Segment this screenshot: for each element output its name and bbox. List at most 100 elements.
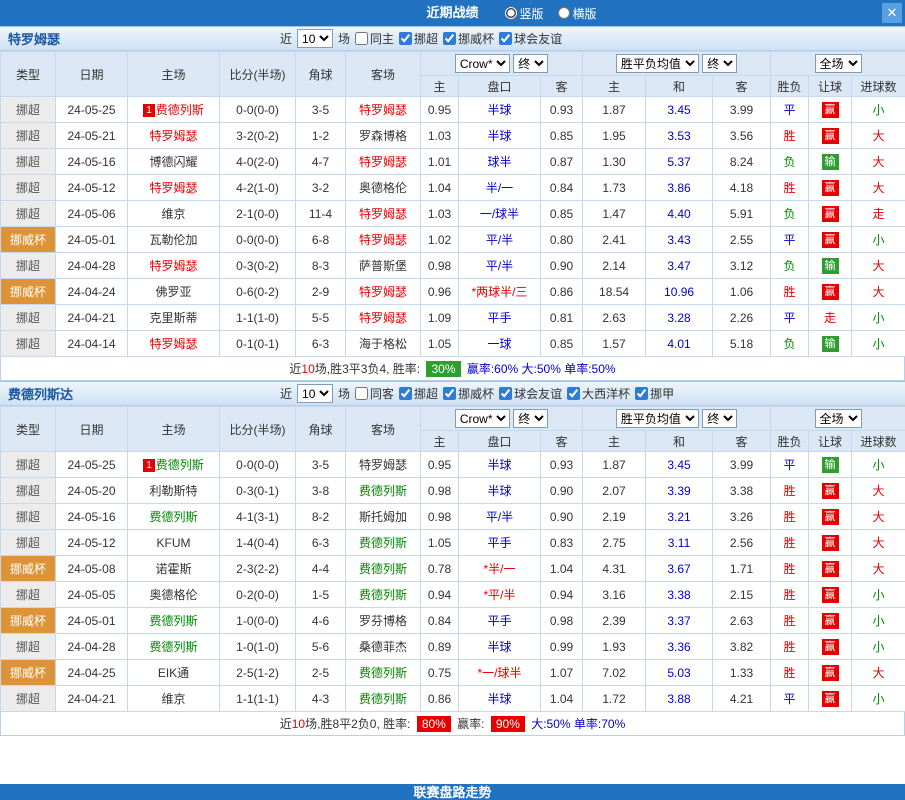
vertical-view-radio[interactable] (505, 7, 517, 19)
cell-home-team[interactable]: 特罗姆瑟 (128, 331, 220, 357)
league-filter-checkbox[interactable] (567, 387, 580, 400)
league-filter[interactable]: 挪超 (399, 385, 438, 402)
cell-away-team[interactable]: 特罗姆瑟 (346, 227, 421, 253)
cell-home-team[interactable]: 克里斯蒂 (128, 305, 220, 331)
bookmaker-select[interactable]: Crow* (455, 409, 510, 428)
scope-select[interactable]: 全场 (815, 409, 862, 428)
cell-home-team[interactable]: 博德闪耀 (128, 149, 220, 175)
cell-away-team[interactable]: 罗森博格 (346, 123, 421, 149)
same-venue-filter[interactable]: 同主 (355, 30, 394, 47)
league-filter-checkbox[interactable] (443, 387, 456, 400)
cell-away-team[interactable]: 特罗姆瑟 (346, 149, 421, 175)
avg-odds-select[interactable]: 胜平负均值 (616, 409, 699, 428)
league-filter[interactable]: 挪威杯 (443, 30, 494, 47)
handicap-result-value: 赢 (822, 587, 839, 603)
cell-home-team[interactable]: KFUM (128, 530, 220, 556)
cell-avg-home: 4.31 (583, 556, 646, 582)
cell-competition: 挪超 (1, 452, 56, 478)
scope-select[interactable]: 全场 (815, 54, 862, 73)
same-venue-filter-checkbox[interactable] (355, 387, 368, 400)
cell-away-team[interactable]: 桑德菲杰 (346, 634, 421, 660)
handicap-result-value: 赢 (822, 535, 839, 551)
cell-home-team[interactable]: 1费德列斯 (128, 97, 220, 123)
odds-time-select[interactable]: 终 (513, 409, 548, 428)
cell-goals: 小 (852, 452, 905, 478)
match-count-select[interactable]: 10 (297, 384, 333, 403)
same-venue-filter-checkbox[interactable] (355, 32, 368, 45)
league-filter[interactable]: 球会友谊 (499, 385, 562, 402)
summary-segment: 场,胜8平2负0, 胜率: (305, 717, 414, 731)
cell-away-team[interactable]: 萨普斯堡 (346, 253, 421, 279)
cell-away-team[interactable]: 特罗姆瑟 (346, 305, 421, 331)
avg-time-select[interactable]: 终 (702, 409, 737, 428)
match-count-select[interactable]: 10 (297, 29, 333, 48)
cell-away-team[interactable]: 特罗姆瑟 (346, 97, 421, 123)
league-filter[interactable]: 挪超 (399, 30, 438, 47)
cell-away-team[interactable]: 费德列斯 (346, 478, 421, 504)
cell-away-team[interactable]: 斯托姆加 (346, 504, 421, 530)
cell-avg-away: 3.12 (713, 253, 771, 279)
cell-home-team[interactable]: 瓦勒伦加 (128, 227, 220, 253)
cell-home-team[interactable]: 费德列斯 (128, 634, 220, 660)
horizontal-view-radio[interactable] (558, 7, 570, 19)
cell-away-team[interactable]: 特罗姆瑟 (346, 279, 421, 305)
league-filter-checkbox[interactable] (443, 32, 456, 45)
section-header-bar: 特罗姆瑟 近10场同主挪超挪威杯球会友谊 (0, 26, 905, 51)
cell-home-team[interactable]: 奥德格伦 (128, 582, 220, 608)
cell-away-team[interactable]: 费德列斯 (346, 686, 421, 712)
cell-home-team[interactable]: EIK通 (128, 660, 220, 686)
cell-avg-away: 3.26 (713, 504, 771, 530)
odds-time-select[interactable]: 终 (513, 54, 548, 73)
league-filter-checkbox[interactable] (399, 387, 412, 400)
cell-away-team[interactable]: 海于格松 (346, 331, 421, 357)
match-row: 挪超24-04-21克里斯蒂1-1(1-0)5-5特罗姆瑟1.09平手0.812… (1, 305, 905, 331)
cell-away-team[interactable]: 罗芬博格 (346, 608, 421, 634)
league-filter-checkbox[interactable] (499, 32, 512, 45)
cell-home-team[interactable]: 维京 (128, 686, 220, 712)
horizontal-view-option[interactable]: 横版 (558, 5, 597, 22)
cell-home-team[interactable]: 费德列斯 (128, 608, 220, 634)
cell-home-team[interactable]: 1费德列斯 (128, 452, 220, 478)
cell-away-team[interactable]: 费德列斯 (346, 582, 421, 608)
league-filter[interactable]: 大西洋杯 (567, 385, 630, 402)
league-filter-checkbox[interactable] (499, 387, 512, 400)
league-filter-checkbox[interactable] (399, 32, 412, 45)
cell-home-team[interactable]: 特罗姆瑟 (128, 253, 220, 279)
col-avg-draw: 和 (646, 431, 713, 452)
same-venue-filter[interactable]: 同客 (355, 385, 394, 402)
cell-corner: 6-8 (296, 227, 346, 253)
cell-home-team[interactable]: 诺霍斯 (128, 556, 220, 582)
league-filter[interactable]: 球会友谊 (499, 30, 562, 47)
cell-home-team[interactable]: 费德列斯 (128, 504, 220, 530)
cell-result: 胜 (771, 530, 809, 556)
cell-home-odds: 1.05 (421, 530, 459, 556)
bookmaker-select[interactable]: Crow* (455, 54, 510, 73)
cell-away-team[interactable]: 费德列斯 (346, 556, 421, 582)
summary-segment: 近 (289, 362, 301, 376)
league-filter[interactable]: 挪甲 (635, 385, 674, 402)
cell-home-team[interactable]: 利勒斯特 (128, 478, 220, 504)
cell-home-team[interactable]: 维京 (128, 201, 220, 227)
cell-home-team[interactable]: 特罗姆瑟 (128, 175, 220, 201)
cell-home-team[interactable]: 特罗姆瑟 (128, 123, 220, 149)
cell-away-team[interactable]: 特罗姆瑟 (346, 201, 421, 227)
cell-corner: 3-8 (296, 478, 346, 504)
cell-result: 平 (771, 305, 809, 331)
league-filter[interactable]: 挪威杯 (443, 385, 494, 402)
cell-away-team[interactable]: 特罗姆瑟 (346, 452, 421, 478)
avg-odds-select[interactable]: 胜平负均值 (616, 54, 699, 73)
close-button[interactable]: ✕ (882, 3, 902, 23)
cell-result: 平 (771, 686, 809, 712)
avg-time-select[interactable]: 终 (702, 54, 737, 73)
cell-avg-home: 2.41 (583, 227, 646, 253)
cell-away-team[interactable]: 费德列斯 (346, 530, 421, 556)
cell-home-team[interactable]: 佛罗亚 (128, 279, 220, 305)
avg-odds-group-header: 胜平负均值 终 (583, 407, 771, 431)
matches-label: 场 (338, 385, 350, 402)
league-filter-checkbox[interactable] (635, 387, 648, 400)
vertical-view-option[interactable]: 竖版 (505, 5, 544, 22)
scope-group-header: 全场 (771, 407, 905, 431)
cell-away-team[interactable]: 费德列斯 (346, 660, 421, 686)
cell-away-team[interactable]: 奥德格伦 (346, 175, 421, 201)
handicap-result-value: 赢 (822, 561, 839, 577)
